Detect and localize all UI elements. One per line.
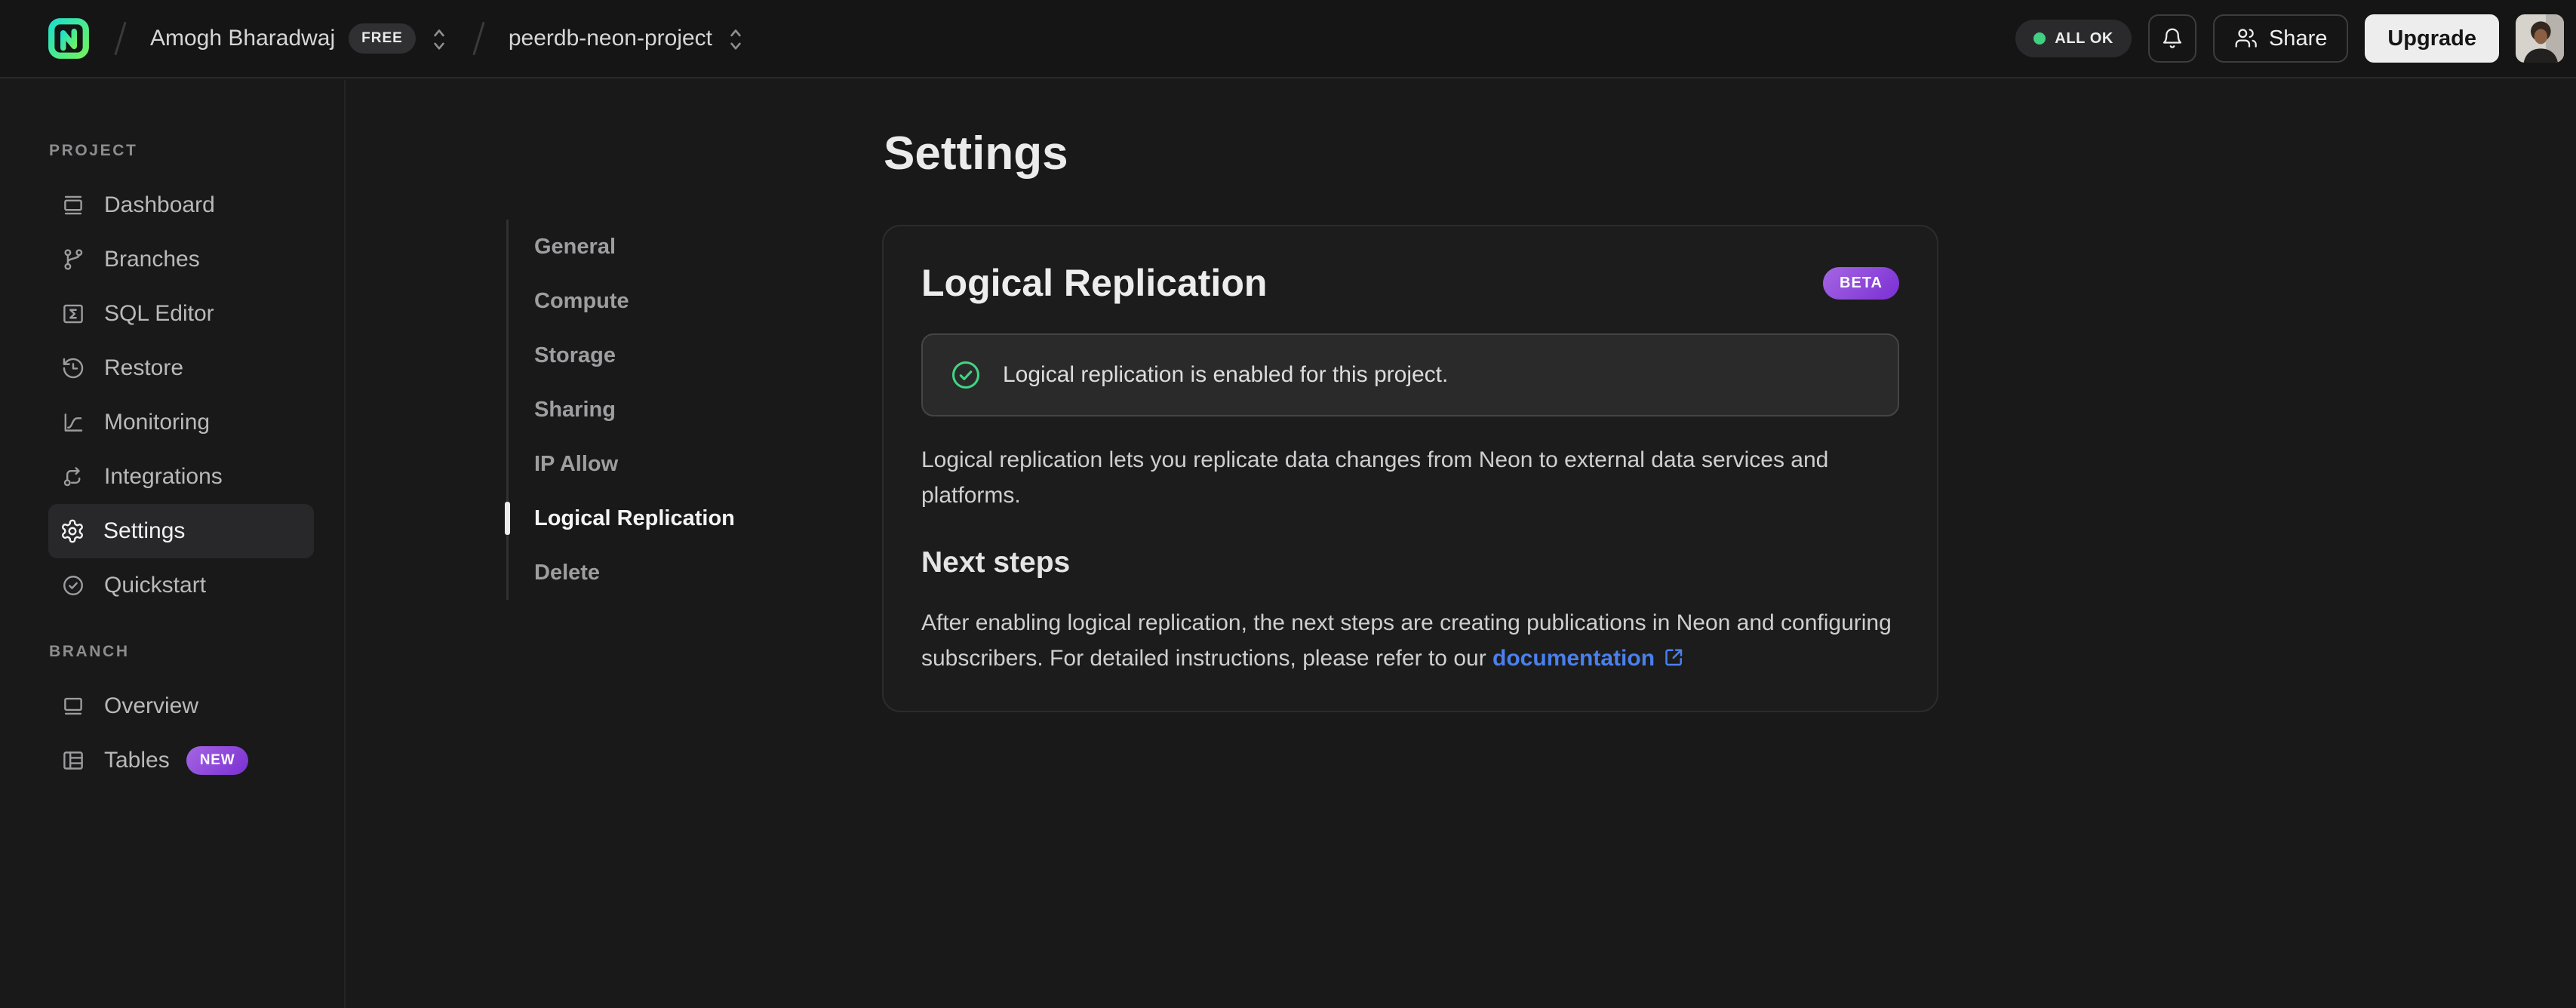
notifications-button[interactable]	[2147, 14, 2196, 63]
sidebar-item-branches[interactable]: Branches	[49, 232, 314, 287]
logical-replication-card: Logical Replication BETA Logical replica…	[882, 225, 1938, 712]
next-steps-heading: Next steps	[921, 546, 1071, 579]
upgrade-button[interactable]: Upgrade	[2365, 14, 2499, 63]
new-badge: NEW	[186, 746, 249, 775]
share-label: Share	[2268, 26, 2328, 51]
subnav-item-delete[interactable]: Delete	[509, 545, 780, 600]
sidebar-item-dashboard[interactable]: Dashboard	[49, 178, 314, 232]
dashboard-icon	[60, 192, 86, 218]
sidebar-item-tables[interactable]: Tables NEW	[49, 733, 314, 788]
settings-subnav: General Compute Storage Sharing IP Allow…	[505, 220, 780, 600]
top-bar: Amogh Bharadwaj FREE peerdb-neon-project…	[0, 0, 2576, 78]
sidebar-item-label: Quickstart	[104, 573, 207, 598]
sidebar-item-label: Integrations	[104, 464, 223, 489]
sidebar-item-settings[interactable]: Settings	[48, 504, 314, 558]
git-branch-icon	[60, 247, 86, 272]
status-label: ALL OK	[2055, 29, 2113, 47]
neon-logo[interactable]	[47, 17, 91, 60]
sidebar-item-monitoring[interactable]: Monitoring	[49, 395, 314, 450]
external-link-icon[interactable]	[1662, 644, 1685, 666]
user-avatar[interactable]	[2516, 14, 2564, 63]
integrations-icon	[60, 464, 86, 490]
card-title: Logical Replication	[921, 262, 1268, 304]
breadcrumb-divider	[114, 21, 127, 56]
subnav-item-logical-replication[interactable]: Logical Replication	[505, 491, 780, 545]
users-icon	[2234, 26, 2258, 51]
bell-icon	[2160, 26, 2184, 51]
window-icon	[60, 693, 86, 719]
chart-icon	[60, 410, 86, 435]
sidebar-item-quickstart[interactable]: Quickstart	[49, 558, 314, 613]
table-icon	[60, 748, 86, 773]
sidebar-item-label: Restore	[104, 355, 184, 380]
next-steps-text: After enabling logical replication, the …	[921, 610, 1892, 671]
chevron-updown-icon	[429, 26, 449, 51]
subnav-item-storage[interactable]: Storage	[509, 328, 780, 383]
check-circle-icon	[948, 358, 983, 392]
share-button[interactable]: Share	[2212, 14, 2349, 63]
sidebar-item-label: Monitoring	[104, 410, 211, 435]
sidebar-item-label: Dashboard	[104, 192, 215, 217]
documentation-link[interactable]: documentation	[1492, 646, 1655, 671]
beta-badge: BETA	[1823, 266, 1899, 300]
status-dot	[2033, 32, 2046, 45]
sidebar-section-project: PROJECT	[49, 142, 138, 159]
gear-icon	[60, 518, 85, 544]
card-description: Logical replication lets you replicate d…	[921, 447, 1829, 508]
sidebar-section-branch: BRANCH	[49, 643, 130, 660]
success-alert: Logical replication is enabled for this …	[921, 333, 1899, 416]
breadcrumb-divider	[472, 21, 485, 56]
org-name: Amogh Bharadwaj	[150, 26, 336, 51]
sidebar-item-integrations[interactable]: Integrations	[49, 450, 314, 504]
subnav-item-compute[interactable]: Compute	[509, 274, 780, 328]
sidebar-item-overview[interactable]: Overview	[49, 679, 314, 733]
sidebar-item-sql-editor[interactable]: SQL Editor	[49, 287, 314, 341]
sql-editor-icon	[60, 301, 86, 327]
status-badge[interactable]: ALL OK	[2015, 20, 2132, 57]
org-breadcrumb[interactable]: Amogh Bharadwaj FREE	[150, 23, 449, 54]
sidebar-item-label: Settings	[103, 518, 186, 543]
plan-badge: FREE	[349, 23, 416, 54]
alert-text: Logical replication is enabled for this …	[1003, 362, 1449, 387]
sidebar-item-label: Tables	[104, 748, 170, 773]
history-icon	[60, 355, 86, 381]
subnav-item-general[interactable]: General	[509, 220, 780, 274]
page-title: Settings	[884, 128, 1068, 180]
sidebar-item-label: Overview	[104, 693, 199, 718]
subnav-item-sharing[interactable]: Sharing	[509, 383, 780, 437]
chevron-updown-icon	[726, 26, 745, 51]
sidebar-item-restore[interactable]: Restore	[49, 341, 314, 395]
project-breadcrumb[interactable]: peerdb-neon-project	[509, 26, 745, 51]
next-steps-paragraph: After enabling logical replication, the …	[921, 605, 1895, 676]
sidebar-item-label: Branches	[104, 247, 200, 272]
check-circle-icon	[60, 573, 86, 598]
sidebar: PROJECT Dashboard Branches SQL Editor Re…	[0, 80, 346, 1008]
project-name: peerdb-neon-project	[508, 26, 713, 51]
sidebar-item-label: SQL Editor	[104, 301, 214, 326]
subnav-item-ip-allow[interactable]: IP Allow	[509, 437, 780, 491]
